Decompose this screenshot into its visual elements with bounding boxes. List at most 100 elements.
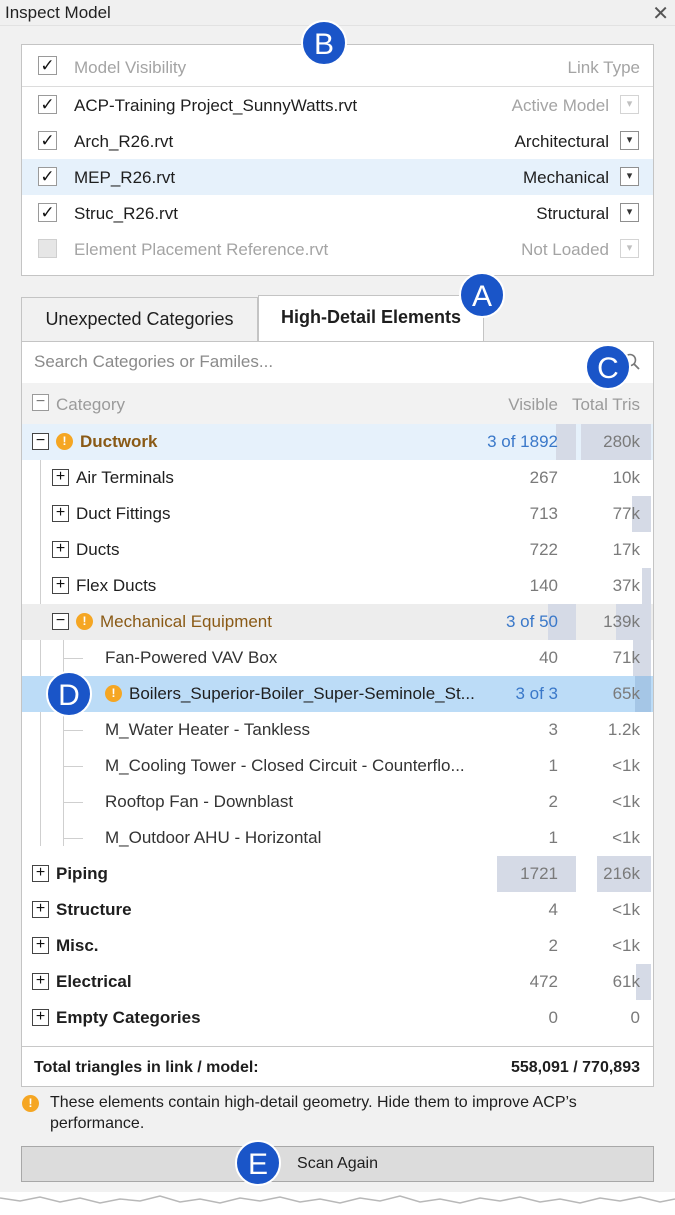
tree-row[interactable]: M_Water Heater - Tankless 3 1.2k	[22, 712, 653, 748]
total-tris: 37k	[612, 576, 640, 595]
model-checkbox	[38, 239, 57, 258]
expand-icon[interactable]: +	[52, 577, 69, 594]
tris-bar	[642, 568, 651, 604]
callout-a: A	[459, 272, 505, 318]
model-checkbox[interactable]: ✓	[38, 203, 57, 222]
category-label: M_Cooling Tower - Closed Circuit - Count…	[105, 756, 465, 775]
expand-icon[interactable]: +	[32, 973, 49, 990]
title-bar: Inspect Model ✕	[0, 0, 675, 26]
tree-row[interactable]: + Air Terminals 267 10k	[22, 460, 653, 496]
expand-icon[interactable]: +	[32, 865, 49, 882]
tree-row[interactable]: + Piping 1721 216k	[22, 856, 653, 892]
link-type-dropdown-icon[interactable]: ▾	[620, 203, 639, 222]
model-visibility-label: Model Visibility	[74, 58, 187, 77]
close-icon[interactable]: ✕	[652, 1, 669, 26]
tree-row[interactable]: Fan-Powered VAV Box 40 71k	[22, 640, 653, 676]
tree-row[interactable]: + Empty Categories 0 0	[22, 1000, 653, 1036]
tab-high-detail-elements[interactable]: High-Detail Elements	[258, 295, 484, 341]
link-type-dropdown-icon[interactable]: ▾	[620, 167, 639, 186]
model-name: Element Placement Reference.rvt	[74, 240, 329, 259]
tree-branch-line	[63, 658, 83, 659]
total-tris: 139k	[603, 612, 640, 631]
tree-row[interactable]: ! Boilers_Superior-Boiler_Super-Seminole_…	[22, 676, 653, 712]
tree-row[interactable]: Rooftop Fan - Downblast 2 <1k	[22, 784, 653, 820]
category-label: Mechanical Equipment	[100, 612, 272, 631]
callout-e: E	[235, 1140, 281, 1186]
model-row[interactable]: ✓ Arch_R26.rvt Architectural ▾	[22, 123, 653, 159]
warning-icon: !	[105, 685, 122, 702]
collapse-icon[interactable]: −	[52, 613, 69, 630]
visible-count: 1	[548, 828, 558, 847]
totals-value: 558,091 / 770,893	[510, 1059, 640, 1076]
model-name: Arch_R26.rvt	[74, 132, 174, 151]
category-label: Structure	[56, 900, 132, 919]
category-label: Rooftop Fan - Downblast	[105, 792, 294, 811]
visible-column-header[interactable]: Visible	[508, 395, 558, 415]
totals-label: Total triangles in link / model:	[34, 1059, 259, 1076]
model-row[interactable]: ✓ Struc_R26.rvt Structural ▾	[22, 195, 653, 231]
visible-bar	[556, 424, 576, 460]
tree-row[interactable]: + Structure 4 <1k	[22, 892, 653, 928]
visible-count: 722	[529, 540, 558, 559]
collapse-icon[interactable]: −	[32, 433, 49, 450]
tree-row[interactable]: −! Mechanical Equipment 3 of 50 139k	[22, 604, 653, 640]
tree-row[interactable]: + Misc. 2 <1k	[22, 928, 653, 964]
model-visibility-all-checkbox[interactable]: ✓	[38, 56, 57, 75]
model-checkbox[interactable]: ✓	[38, 131, 57, 150]
category-label: Piping	[56, 864, 108, 883]
collapse-all-icon[interactable]: −	[32, 394, 49, 411]
visible-count[interactable]: 3 of 50	[506, 612, 558, 632]
tree-row[interactable]: + Electrical 472 61k	[22, 964, 653, 1000]
search-bar	[22, 342, 653, 382]
expand-icon[interactable]: +	[52, 505, 69, 522]
expand-icon[interactable]: +	[32, 937, 49, 954]
visible-count: 140	[529, 576, 558, 595]
tree-row[interactable]: M_Cooling Tower - Closed Circuit - Count…	[22, 748, 653, 784]
total-tris-column-header[interactable]: Total Tris	[572, 395, 640, 415]
scan-again-button[interactable]: Scan Again	[21, 1146, 654, 1182]
tree-row[interactable]: −! Ductwork 3 of 1892 280k	[22, 424, 653, 460]
tab-unexpected-categories[interactable]: Unexpected Categories	[21, 297, 258, 341]
total-tris: 10k	[612, 468, 640, 487]
total-tris: 71k	[612, 648, 640, 667]
model-row[interactable]: ✓ MEP_R26.rvt Mechanical ▾	[22, 159, 653, 195]
tree-row[interactable]: + Ducts 722 17k	[22, 532, 653, 568]
visible-count: 1721	[520, 864, 558, 883]
link-type-dropdown-icon[interactable]: ▾	[620, 131, 639, 150]
category-label: Ducts	[76, 540, 120, 559]
tree-branch-line	[63, 766, 83, 767]
categories-panel: − Category Visible Total Tris −! Ductwork…	[21, 341, 654, 1087]
model-name: ACP-Training Project_SunnyWatts.rvt	[74, 96, 358, 115]
visible-count: 40	[539, 648, 558, 667]
link-type-value: Not Loaded	[521, 240, 609, 259]
visible-count: 0	[548, 1008, 558, 1027]
visible-count: 267	[529, 468, 558, 487]
visible-count[interactable]: 3 of 3	[515, 684, 558, 704]
model-name: MEP_R26.rvt	[74, 168, 176, 187]
category-column-header[interactable]: Category	[56, 395, 125, 415]
model-visibility-panel: ✓ Model Visibility Link Type ✓ ACP-Traini…	[21, 44, 654, 276]
callout-d: D	[46, 671, 92, 717]
high-detail-note-text: These elements contain high-detail geome…	[50, 1094, 577, 1132]
expand-icon[interactable]: +	[52, 469, 69, 486]
tree-row[interactable]: + Flex Ducts 140 37k	[22, 568, 653, 604]
total-tris: 280k	[603, 432, 640, 451]
visible-count[interactable]: 3 of 1892	[487, 432, 558, 452]
tree-row[interactable]: + Duct Fittings 713 77k	[22, 496, 653, 532]
category-label: Air Terminals	[76, 468, 174, 487]
total-tris: <1k	[612, 792, 640, 811]
search-input[interactable]	[22, 342, 653, 382]
category-label: Electrical	[56, 972, 132, 991]
model-checkbox[interactable]: ✓	[38, 167, 57, 186]
model-checkbox[interactable]: ✓	[38, 95, 57, 114]
model-row[interactable]: Element Placement Reference.rvt Not Loade…	[22, 231, 653, 267]
model-row[interactable]: ✓ ACP-Training Project_SunnyWatts.rvt Acti…	[22, 87, 653, 123]
expand-icon[interactable]: +	[32, 901, 49, 918]
torn-edge	[0, 1192, 675, 1215]
tree-row[interactable]: M_Outdoor AHU - Horizontal 1 <1k	[22, 820, 653, 856]
expand-icon[interactable]: +	[32, 1009, 49, 1026]
category-label: Boilers_Superior-Boiler_Super-Seminole_S…	[129, 684, 475, 703]
total-tris: <1k	[612, 900, 640, 919]
expand-icon[interactable]: +	[52, 541, 69, 558]
visible-count: 713	[529, 504, 558, 523]
